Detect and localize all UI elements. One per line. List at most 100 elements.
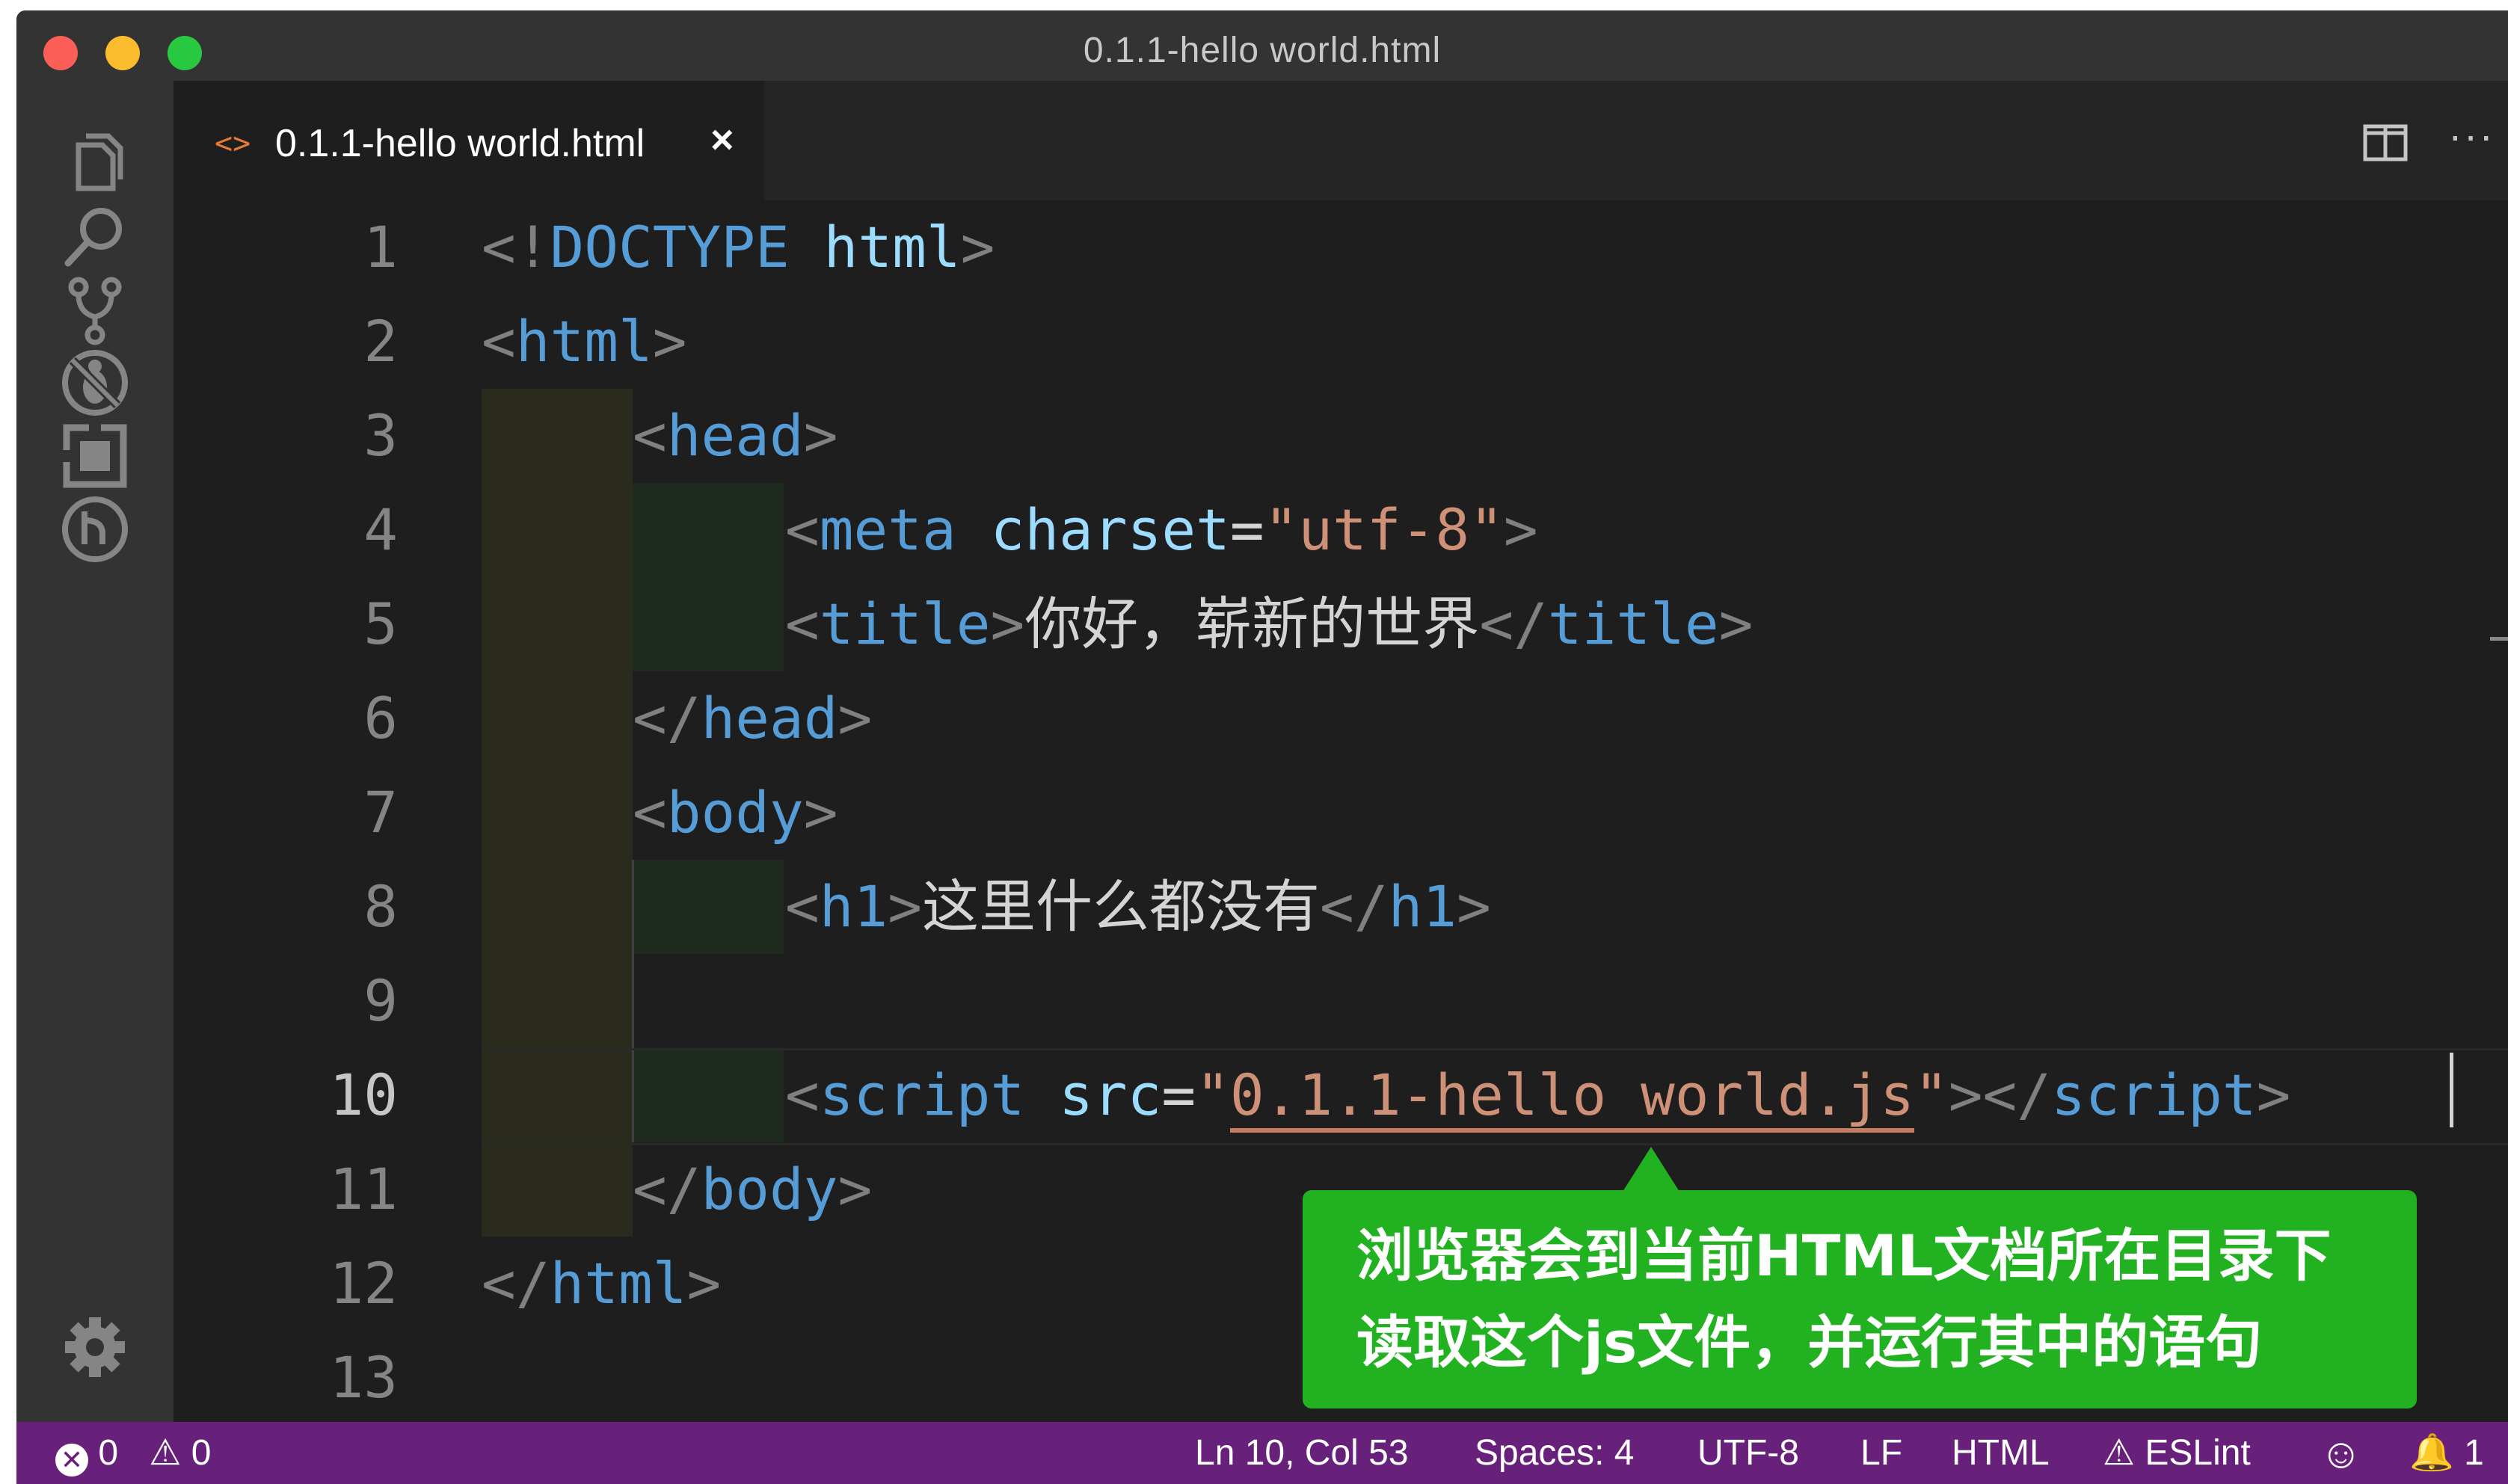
code-eq: = bbox=[1229, 496, 1264, 563]
code-bracket: > bbox=[990, 591, 1025, 657]
code-bracket: > bbox=[1457, 873, 1491, 940]
line-number: 4 bbox=[363, 496, 398, 563]
editor-window: 0.1.1-hello world.html <> 0.1.1-hello wo… bbox=[16, 10, 2508, 1484]
more-actions-icon[interactable]: ··· bbox=[2448, 111, 2495, 159]
code-tag: head bbox=[701, 685, 838, 751]
line-number: 13 bbox=[329, 1344, 398, 1411]
code-bracket: < bbox=[785, 1062, 820, 1128]
code-attr: charset bbox=[990, 496, 1230, 563]
code-bracket: > bbox=[960, 214, 995, 280]
search-icon[interactable] bbox=[56, 197, 134, 275]
error-icon: ✕ bbox=[55, 1444, 88, 1477]
code-bracket: > bbox=[837, 1156, 873, 1222]
warning-count: 0 bbox=[191, 1433, 212, 1473]
code-line-6: </head> bbox=[633, 671, 872, 766]
code-line-12: </html> bbox=[482, 1237, 721, 1331]
code-tag: body bbox=[701, 1156, 838, 1222]
title-bar: 0.1.1-hello world.html bbox=[16, 10, 2508, 81]
code-line-4: <meta charset="utf-8"> bbox=[785, 483, 1538, 577]
code-tag: h1 bbox=[819, 873, 888, 940]
code-bracket: < bbox=[633, 402, 667, 469]
code-bracket: > bbox=[803, 402, 838, 469]
code-bracket: < bbox=[482, 308, 516, 375]
code-string-quote: " bbox=[1196, 1062, 1230, 1128]
tab-hello-world-html[interactable]: <> 0.1.1-hello world.html × bbox=[173, 81, 764, 200]
code-bracket: > bbox=[888, 873, 923, 940]
code-text: 你好，崭新的世界 bbox=[1024, 591, 1480, 657]
line-number: 8 bbox=[363, 873, 398, 940]
warning-icon: ⚠ bbox=[149, 1433, 182, 1473]
code-tag: meta bbox=[819, 496, 956, 563]
code-bracket: </ bbox=[633, 1156, 701, 1222]
code-bracket: < bbox=[633, 779, 667, 846]
code-bracket: > bbox=[652, 308, 687, 375]
line-number: 6 bbox=[363, 685, 398, 751]
text-cursor bbox=[2450, 1053, 2453, 1127]
code-tag: head bbox=[666, 402, 804, 469]
settings-gear-icon[interactable] bbox=[56, 1308, 134, 1386]
warning-icon: ⚠ bbox=[2103, 1433, 2136, 1473]
code-string-quote: " bbox=[1914, 1062, 1949, 1128]
tab-bar: <> 0.1.1-hello world.html × ··· bbox=[173, 81, 2508, 200]
code-line-2: <html> bbox=[482, 295, 687, 389]
cursor-position[interactable]: Ln 10, Col 53 bbox=[1195, 1422, 1409, 1484]
code-text: 这里什么都没有 bbox=[922, 873, 1321, 940]
language-mode[interactable]: HTML bbox=[1952, 1422, 2050, 1484]
code-line-11: </body> bbox=[633, 1142, 872, 1237]
notification-count: 1 bbox=[2464, 1433, 2484, 1473]
remote-icon[interactable] bbox=[56, 490, 134, 568]
close-icon[interactable]: × bbox=[710, 117, 734, 163]
code-line-3: <head> bbox=[633, 389, 838, 483]
code-bracket: > bbox=[803, 779, 838, 846]
code-tag: h1 bbox=[1388, 873, 1457, 940]
encoding-setting[interactable]: UTF-8 bbox=[1697, 1422, 1799, 1484]
indent-guide-highlight bbox=[633, 483, 784, 671]
code-string: "utf-8" bbox=[1264, 496, 1504, 563]
extensions-icon[interactable] bbox=[56, 417, 134, 495]
code-bracket: < bbox=[785, 873, 820, 940]
code-bracket: </ bbox=[482, 1250, 550, 1317]
debug-icon[interactable] bbox=[56, 344, 134, 422]
line-number-active: 10 bbox=[329, 1062, 398, 1128]
feedback-smiley-icon[interactable]: ☺ bbox=[2320, 1422, 2362, 1484]
code-line-8: <h1>这里什么都没有</h1> bbox=[785, 860, 1491, 954]
callout-pointer bbox=[1623, 1147, 1679, 1192]
line-number: 12 bbox=[329, 1250, 398, 1317]
code-tag: script bbox=[819, 1062, 1025, 1128]
window-title: 0.1.1-hello world.html bbox=[1083, 31, 1442, 70]
code-bracket: > bbox=[1718, 591, 1754, 657]
code-tag: body bbox=[666, 779, 804, 846]
bell-icon: 🔔 bbox=[2409, 1433, 2454, 1473]
code-bracket: </ bbox=[1479, 591, 1548, 657]
code-tag: title bbox=[819, 591, 991, 657]
line-number: 5 bbox=[363, 591, 398, 657]
problems-indicator[interactable]: ✕ 0 ⚠ 0 bbox=[55, 1422, 211, 1484]
code-attr: html bbox=[823, 214, 961, 280]
code-eq: = bbox=[1161, 1062, 1196, 1128]
scrollbar-marker[interactable] bbox=[2490, 637, 2508, 641]
indentation-setting[interactable]: Spaces: 4 bbox=[1475, 1422, 1634, 1484]
code-tag: html bbox=[550, 1250, 687, 1317]
status-bar: ✕ 0 ⚠ 0 Ln 10, Col 53 Spaces: 4 UTF-8 LF… bbox=[16, 1422, 2508, 1484]
explorer-icon[interactable] bbox=[56, 124, 134, 202]
code-line-7: <body> bbox=[633, 766, 838, 860]
indent-guide-highlight bbox=[633, 860, 784, 954]
annotation-callout: 浏览器会到当前HTML文档所在目录下 读取这个js文件，并运行其中的语句 bbox=[1303, 1190, 2417, 1408]
code-tag: title bbox=[1547, 591, 1719, 657]
line-number: 9 bbox=[363, 967, 398, 1034]
line-number: 2 bbox=[363, 308, 398, 375]
code-bracket: > bbox=[2256, 1062, 2291, 1128]
code-line-5: <title>你好，崭新的世界</title> bbox=[785, 577, 1753, 671]
split-editor-icon[interactable] bbox=[2363, 124, 2408, 161]
code-bracket: < bbox=[785, 496, 820, 563]
eslint-status[interactable]: ⚠ ESLint bbox=[2103, 1422, 2251, 1484]
line-number: 7 bbox=[363, 779, 398, 846]
eol-setting[interactable]: LF bbox=[1860, 1422, 1902, 1484]
error-count: 0 bbox=[98, 1433, 119, 1473]
code-tag: html bbox=[515, 308, 653, 375]
line-number: 1 bbox=[363, 214, 398, 280]
callout-line-2: 读取这个js文件，并运行其中的语句 bbox=[1356, 1309, 2263, 1376]
notifications[interactable]: 🔔 1 bbox=[2409, 1422, 2484, 1484]
source-control-icon[interactable] bbox=[56, 271, 134, 348]
